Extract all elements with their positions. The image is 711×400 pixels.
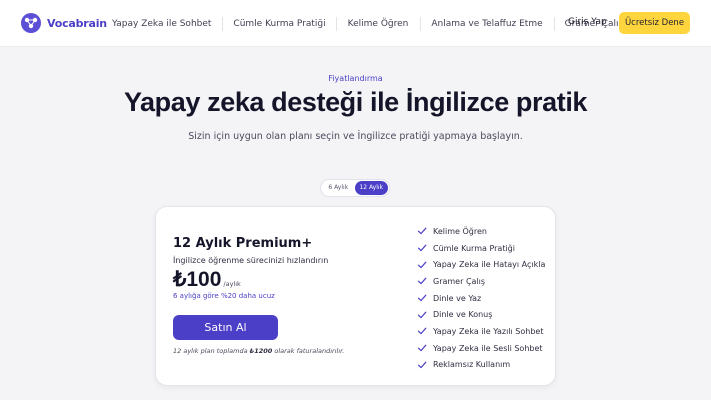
feature-label: Yapay Zeka ile Hatayı Açıkla bbox=[433, 260, 546, 270]
billing-text-pre: 12 aylık plan toplamda bbox=[173, 347, 250, 355]
feature-item: Yapay Zeka ile Hatayı Açıkla bbox=[417, 256, 545, 273]
feature-item: Yapay Zeka ile Yazılı Sohbet bbox=[417, 323, 545, 340]
feature-item: Kelime Öğren bbox=[417, 223, 545, 240]
pricing-card: 12 Aylık Premium+ İngilizce öğrenme süre… bbox=[155, 206, 556, 386]
check-icon bbox=[417, 311, 427, 318]
check-icon bbox=[417, 294, 427, 302]
check-icon bbox=[417, 344, 427, 352]
free-trial-button[interactable]: Ücretsiz Dene bbox=[619, 12, 690, 34]
check-icon bbox=[417, 227, 427, 235]
plan-duration-toggle: 6 Aylık 12 Aylık bbox=[320, 179, 390, 197]
billing-amount: ₺1200 bbox=[249, 347, 273, 355]
nav-link-pronunciation[interactable]: Anlama ve Telaffuz Etme bbox=[421, 16, 555, 31]
nav-links: Yapay Zeka ile Sohbet Cümle Kurma Pratiğ… bbox=[104, 0, 623, 47]
feature-label: Kelime Öğren bbox=[433, 226, 487, 236]
check-icon bbox=[417, 261, 427, 268]
nav-link-sentence-practice[interactable]: Cümle Kurma Pratiği bbox=[223, 16, 337, 31]
feature-label: Dinle ve Konuş bbox=[433, 310, 493, 320]
page-title: Yapay zeka desteği ile İngilizce pratik bbox=[123, 87, 588, 117]
top-navbar: Vocabrain Yapay Zeka ile Sohbet Cümle Ku… bbox=[0, 0, 711, 47]
feature-label: Cümle Kurma Pratiği bbox=[433, 243, 515, 253]
pricing-eyebrow: Fiyatlandırma bbox=[328, 74, 383, 83]
login-link[interactable]: Giriş Yap bbox=[568, 17, 607, 27]
feature-item: Dinle ve Konuş bbox=[417, 306, 545, 323]
price-value: ₺100 bbox=[173, 268, 222, 291]
feature-item: Reklamsız Kullanım bbox=[417, 357, 545, 374]
check-icon bbox=[417, 328, 427, 335]
brand-name: Vocabrain bbox=[47, 16, 107, 30]
billing-note: 12 aylık plan toplamda ₺1200 olarak fatu… bbox=[173, 347, 344, 355]
nav-link-learn-words[interactable]: Kelime Öğren bbox=[337, 16, 422, 31]
plan-description: İngilizce öğrenme sürecinizi hızlandırın bbox=[173, 256, 329, 265]
feature-item: Gramer Çalış bbox=[417, 273, 545, 290]
feature-label: Gramer Çalış bbox=[433, 276, 486, 286]
plan-title: 12 Aylık Premium+ bbox=[173, 236, 313, 251]
price-unit: /aylık bbox=[223, 280, 241, 288]
feature-item: Yapay Zeka ile Sesli Sohbet bbox=[417, 340, 545, 357]
page-subtitle: Sizin için uygun olan planı seçin ve İng… bbox=[188, 131, 523, 142]
feature-item: Cümle Kurma Pratiği bbox=[417, 240, 545, 257]
billing-text-post: olarak faturalandırılır. bbox=[272, 347, 345, 355]
vocabrain-logo-icon bbox=[21, 13, 41, 33]
discount-note: 6 aylığa göre %20 daha ucuz bbox=[173, 292, 275, 300]
feature-label: Reklamsız Kullanım bbox=[433, 360, 511, 370]
toggle-6-months[interactable]: 6 Aylık bbox=[322, 181, 355, 195]
plan-price: ₺100 /aylık bbox=[173, 267, 241, 292]
toggle-12-months[interactable]: 12 Aylık bbox=[354, 181, 388, 195]
feature-label: Yapay Zeka ile Yazılı Sohbet bbox=[433, 326, 544, 336]
check-icon bbox=[417, 244, 427, 252]
feature-list: Kelime Öğren Cümle Kurma Pratiği Yapay Z… bbox=[417, 223, 545, 373]
feature-label: Dinle ve Yaz bbox=[433, 293, 482, 303]
nav-link-ai-chat[interactable]: Yapay Zeka ile Sohbet bbox=[104, 16, 224, 31]
logo[interactable]: Vocabrain bbox=[20, 12, 107, 34]
buy-button[interactable]: Satın Al bbox=[173, 315, 278, 340]
check-icon bbox=[417, 278, 427, 285]
check-icon bbox=[417, 361, 427, 369]
feature-label: Yapay Zeka ile Sesli Sohbet bbox=[433, 343, 543, 353]
feature-item: Dinle ve Yaz bbox=[417, 290, 545, 307]
